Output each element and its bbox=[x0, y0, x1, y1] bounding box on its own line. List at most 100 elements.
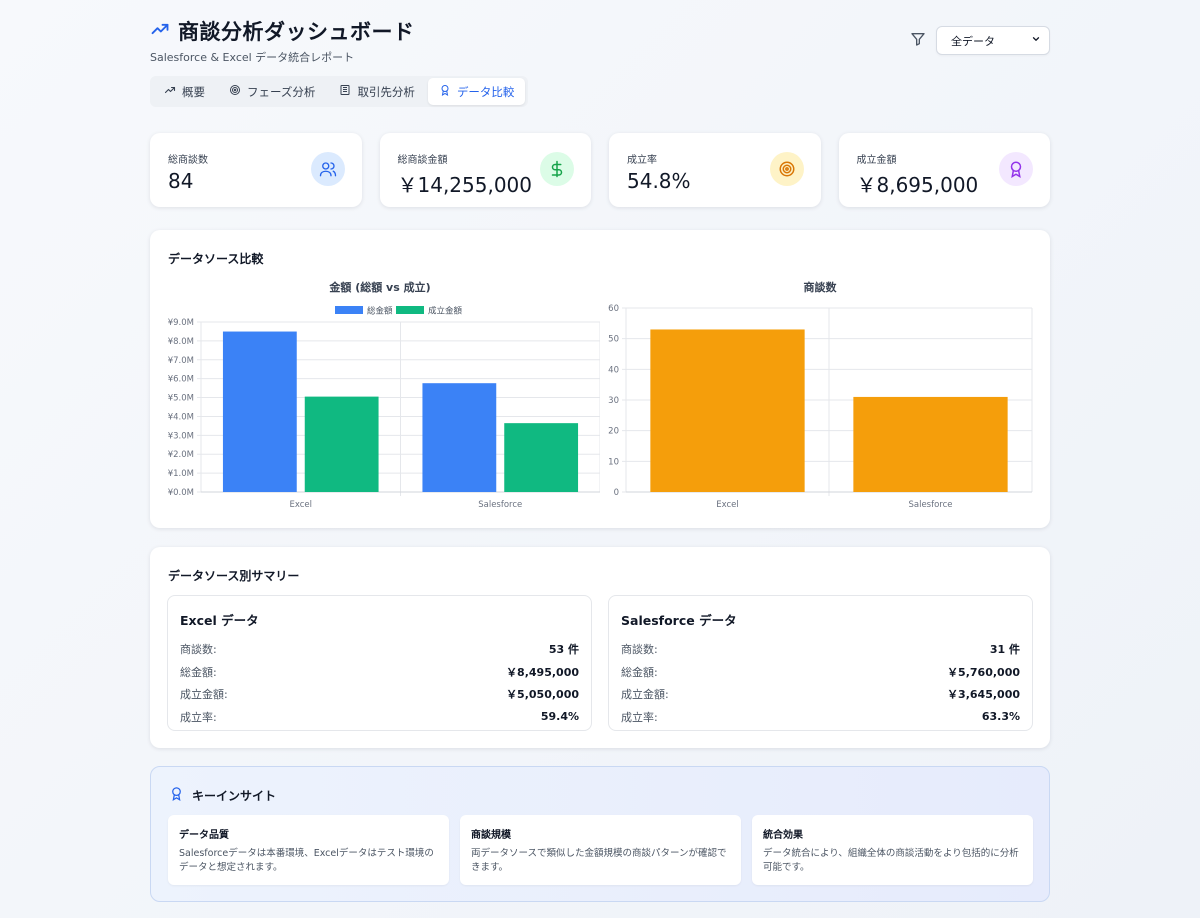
y-tick-label: 60 bbox=[608, 304, 619, 314]
summary-key: 商談数: bbox=[180, 643, 217, 657]
summary-value: 63.3% bbox=[981, 710, 1020, 724]
summary-row: 総金額: ￥8,495,000 bbox=[180, 661, 579, 684]
legend-swatch bbox=[396, 306, 424, 314]
y-tick-label: 30 bbox=[608, 396, 619, 406]
summary-key: 商談数: bbox=[621, 643, 658, 657]
summary-key: 成立率: bbox=[621, 710, 658, 724]
bar bbox=[650, 329, 805, 492]
insights-card: キーインサイト データ品質 Salesforceデータは本番環境、Excelデー… bbox=[150, 766, 1050, 902]
tab-bar: 概要 フェーズ分析 取引先分析 データ比較 bbox=[150, 76, 529, 107]
filter-area: 全データ bbox=[910, 26, 1050, 55]
x-tick-label: Excel bbox=[289, 500, 312, 510]
summary-row: 商談数: 31 件 bbox=[621, 638, 1020, 661]
y-tick-label: ¥5.0M bbox=[168, 394, 194, 404]
summary-key: 成立金額: bbox=[180, 688, 228, 702]
summary-value: ￥8,495,000 bbox=[506, 665, 579, 679]
data-filter-value: 全データ bbox=[951, 34, 995, 48]
insight-text: Salesforceデータは本番環境、Excelデータはテスト環境のデータと想定… bbox=[179, 848, 434, 873]
insights-title-row: キーインサイト bbox=[169, 786, 276, 804]
tab-label: 取引先分析 bbox=[357, 84, 415, 99]
tab-overview[interactable]: 概要 bbox=[153, 78, 216, 105]
insight-head: 商談規模 bbox=[471, 830, 511, 841]
bar bbox=[853, 396, 1008, 492]
legend-swatch bbox=[335, 306, 363, 314]
filter-icon bbox=[910, 31, 926, 51]
insight-text: データ統合により、組織全体の商談活動をより包括的に分析可能です。 bbox=[763, 848, 1019, 873]
insight-head: 統合効果 bbox=[763, 830, 803, 841]
bar bbox=[304, 396, 379, 492]
summary-value: ￥5,050,000 bbox=[506, 688, 579, 702]
insight-text: 両データソースで類似した金額規模の商談パターンが確認できます。 bbox=[471, 848, 727, 873]
tab-data-comparison[interactable]: データ比較 bbox=[427, 78, 526, 105]
award-icon bbox=[439, 84, 451, 99]
tab-phase-analysis[interactable]: フェーズ分析 bbox=[218, 78, 326, 105]
summary-card: データソース別サマリー Excel データ 商談数: 53 件 総金額: ￥8,49… bbox=[150, 547, 1050, 748]
legend-label: 総金額 bbox=[367, 306, 393, 317]
y-tick-label: ¥3.0M bbox=[168, 431, 194, 441]
summary-key: 成立金額: bbox=[621, 688, 669, 702]
summary-value: 59.4% bbox=[540, 710, 579, 724]
summary-row: 総金額: ￥5,760,000 bbox=[621, 661, 1020, 684]
x-tick-label: Excel bbox=[716, 500, 739, 510]
salesforce-summary: Salesforce データ 商談数: 31 件 総金額: ￥5,760,000 成… bbox=[608, 595, 1033, 731]
target-icon bbox=[229, 84, 241, 99]
y-tick-label: ¥4.0M bbox=[168, 412, 194, 422]
chevron-down-icon bbox=[1031, 34, 1041, 47]
count-chart: 0 10 20 30 40 50 60 Excel Salesforce bbox=[608, 304, 1033, 510]
kpi-won-amount: 成立金額 ￥8,695,000 bbox=[838, 133, 1050, 207]
kpi-win-rate: 成立率 54.8% bbox=[609, 133, 821, 207]
kpi-row: 総商談数 84 総商談金額 ￥14,255,000 成立率 54.8% 成立金額… bbox=[150, 133, 1050, 207]
tab-label: フェーズ分析 bbox=[247, 84, 316, 99]
kpi-total-deals: 総商談数 84 bbox=[150, 133, 362, 207]
y-tick-label: 20 bbox=[608, 427, 619, 437]
summary-source-name: Excel データ bbox=[180, 613, 259, 628]
summary-key: 総金額: bbox=[621, 665, 658, 679]
summary-key: 総金額: bbox=[180, 665, 217, 679]
comparison-title: データソース比較 bbox=[168, 252, 264, 266]
y-tick-label: ¥6.0M bbox=[168, 375, 194, 385]
dashboard-page: 商談分析ダッシュボード Salesforce & Excel データ統合レポート… bbox=[150, 0, 1050, 902]
page-title: 商談分析ダッシュボード bbox=[178, 20, 415, 44]
data-filter-select[interactable]: 全データ bbox=[936, 26, 1050, 55]
insight-integration: 統合効果 データ統合により、組織全体の商談活動をより包括的に分析可能です。 bbox=[752, 815, 1033, 885]
award-icon bbox=[999, 152, 1033, 186]
insight-data-quality: データ品質 Salesforceデータは本番環境、Excelデータはテスト環境の… bbox=[168, 815, 449, 885]
header: 商談分析ダッシュボード Salesforce & Excel データ統合レポート… bbox=[150, 0, 1050, 72]
summary-value: ￥5,760,000 bbox=[947, 665, 1020, 679]
amount-chart: ¥0.0M ¥1.0M ¥2.0M ¥3.0M ¥4.0M ¥5.0M ¥6.0M ¥7.0M… bbox=[168, 306, 600, 510]
summary-row: 成立金額: ￥5,050,000 bbox=[180, 683, 579, 706]
summary-value: 31 件 bbox=[989, 643, 1020, 657]
summary-source-name: Salesforce データ bbox=[621, 613, 737, 628]
trending-up-icon bbox=[164, 84, 176, 99]
comparison-card: データソース比較 金額 (総額 vs 成立) ¥0.0M ¥1.0M ¥2.0M ¥3… bbox=[150, 230, 1050, 528]
summary-row: 商談数: 53 件 bbox=[180, 638, 579, 661]
users-icon bbox=[310, 152, 345, 186]
insight-deal-scale: 商談規模 両データソースで類似した金額規模の商談パターンが確認できます。 bbox=[460, 815, 741, 885]
x-tick-label: Salesforce bbox=[908, 500, 952, 510]
tab-account-analysis[interactable]: 取引先分析 bbox=[328, 78, 426, 105]
dollar-icon bbox=[540, 152, 574, 186]
y-tick-label: 10 bbox=[608, 457, 619, 467]
excel-summary: Excel データ 商談数: 53 件 総金額: ￥8,495,000 成立金額: ￥… bbox=[167, 595, 592, 731]
legend-label: 成立金額 bbox=[428, 306, 463, 317]
bar bbox=[422, 383, 497, 492]
y-tick-label: ¥7.0M bbox=[168, 356, 194, 366]
summary-row: 成立率: 59.4% bbox=[180, 706, 579, 729]
kpi-total-amount: 総商談金額 ￥14,255,000 bbox=[379, 133, 591, 207]
insight-head: データ品質 bbox=[179, 830, 229, 841]
insights-title: キーインサイト bbox=[192, 788, 277, 803]
bar bbox=[504, 423, 579, 492]
tab-label: 概要 bbox=[182, 84, 205, 99]
y-tick-label: 0 bbox=[614, 488, 619, 498]
title-row: 商談分析ダッシュボード bbox=[150, 16, 415, 46]
y-tick-label: ¥2.0M bbox=[168, 450, 194, 460]
y-tick-label: ¥1.0M bbox=[168, 469, 194, 479]
x-tick-label: Salesforce bbox=[478, 500, 522, 510]
y-tick-label: ¥9.0M bbox=[168, 318, 194, 328]
building-icon bbox=[339, 84, 351, 99]
summary-value: 53 件 bbox=[548, 643, 579, 657]
page-subtitle: Salesforce & Excel データ統合レポート bbox=[150, 51, 355, 64]
bar bbox=[222, 331, 297, 492]
y-tick-label: 50 bbox=[608, 335, 619, 345]
summary-value: ￥3,645,000 bbox=[947, 688, 1020, 702]
